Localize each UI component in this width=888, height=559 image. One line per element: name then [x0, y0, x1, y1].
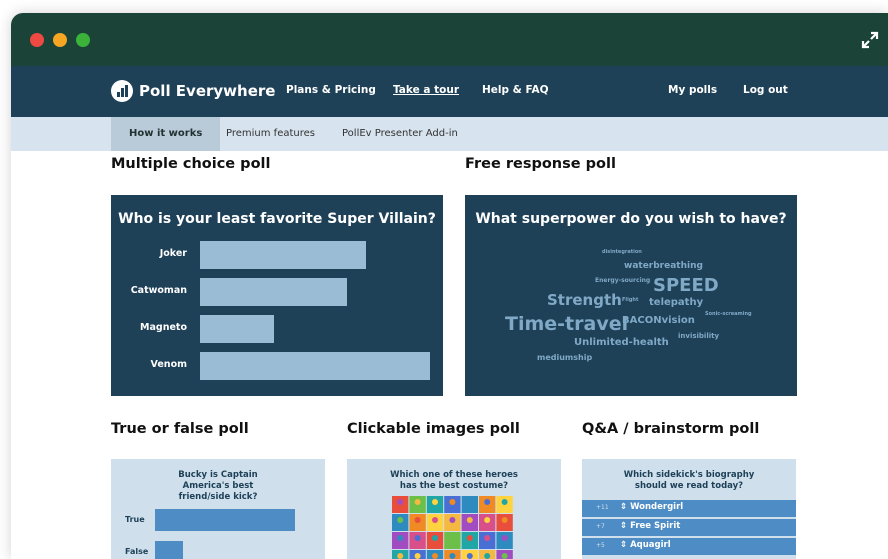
true-false-poll-card: Bucky is Captain America's best friend/s…: [111, 459, 325, 559]
chart-title: Who is your least favorite Super Villain…: [118, 211, 436, 227]
bar-label: Magneto: [140, 322, 187, 333]
sub-navigation: How it works Premium features PollEv Pre…: [11, 117, 888, 151]
brand-logo[interactable]: Poll Everywhere: [111, 79, 275, 103]
qa-vote-count: +7: [596, 523, 605, 530]
clickable-question: Which one of these heroes has the best c…: [390, 470, 518, 491]
collage-hero-figure: [449, 517, 456, 523]
expand-arrows-icon[interactable]: [860, 30, 880, 50]
bar-label: Venom: [150, 359, 187, 370]
bar-joker: [200, 241, 366, 269]
bar-catwoman: [200, 278, 347, 306]
free-response-heading: Free response poll: [465, 156, 616, 172]
collage-hero-figure: [466, 535, 473, 541]
collage-hero-figure: [484, 517, 491, 523]
collage-hero-figure: [449, 499, 456, 505]
nav-take-a-tour[interactable]: Take a tour: [393, 84, 459, 96]
qa-question: Which sidekick's biography should we rea…: [623, 470, 755, 491]
collage-hero-figure: [397, 517, 404, 523]
word-cloud-term: Time-travel: [505, 313, 629, 335]
nav-plans-pricing[interactable]: Plans & Pricing: [286, 84, 376, 96]
collage-hero-figure: [414, 553, 421, 559]
tab-premium-features[interactable]: Premium features: [208, 117, 333, 151]
word-cloud-term: waterbreathing: [624, 261, 703, 271]
multiple-choice-heading: Multiple choice poll: [111, 156, 271, 172]
clickable-images-heading: Clickable images poll: [347, 421, 520, 437]
site-navbar: Poll Everywhere Plans & Pricing Take a t…: [11, 66, 888, 117]
word-cloud-term: Strength: [547, 291, 622, 309]
qa-vote-count: +5: [596, 542, 605, 549]
word-cloud-term: Unlimited-health: [574, 337, 669, 348]
nav-log-out[interactable]: Log out: [743, 84, 788, 96]
word-cloud-term: telepathy: [649, 297, 704, 308]
bar-label: Joker: [159, 248, 187, 259]
brand-name: Poll Everywhere: [139, 82, 276, 100]
collage-hero-figure: [432, 499, 438, 505]
tf-bar-false: [155, 541, 183, 559]
collage-hero-figure: [414, 535, 421, 541]
collage-hero-figure: [449, 535, 456, 541]
qa-vote-count: +11: [596, 504, 609, 511]
qa-item-text: ⇕ Free Spirit: [620, 521, 681, 531]
minimize-window-button[interactable]: [53, 33, 67, 47]
poll-logo-icon: [111, 80, 133, 102]
nav-help-faq[interactable]: Help & FAQ: [482, 84, 549, 96]
collage-hero-figure: [466, 499, 473, 505]
qa-brainstorm-heading: Q&A / brainstorm poll: [582, 421, 760, 437]
word-cloud-term: Sonic-screaming: [705, 311, 752, 317]
collage-hero-figure: [466, 553, 473, 559]
collage-hero-figure: [414, 517, 421, 523]
bar-venom: [200, 352, 430, 380]
tf-bar-true: [155, 509, 295, 531]
collage-hero-figure: [397, 499, 404, 505]
collage-hero-figure: [501, 535, 508, 541]
collage-hero-figure: [501, 499, 508, 505]
word-cloud-term: invisibility: [678, 332, 720, 340]
multiple-choice-poll-panel: Who is your least favorite Super Villain…: [111, 195, 443, 396]
nav-my-polls[interactable]: My polls: [668, 84, 717, 96]
qa-item-text: ⇕ Aquagirl: [620, 540, 671, 550]
tab-pollev-presenter[interactable]: PollEv Presenter Add-in: [324, 117, 476, 151]
close-window-button[interactable]: [30, 33, 44, 47]
true-false-heading: True or false poll: [111, 421, 249, 437]
qa-list-item[interactable]: +5 ⇕ Aquagirl: [582, 538, 796, 555]
qa-brainstorm-poll-card: Which sidekick's biography should we rea…: [582, 459, 796, 559]
hero-costume-collage-image[interactable]: [392, 496, 514, 559]
free-response-poll-panel: What superpower do you wish to have? dis…: [465, 195, 797, 396]
clickable-images-poll-card: Which one of these heroes has the best c…: [347, 459, 561, 559]
collage-hero-figure: [432, 517, 438, 523]
window-titlebar: [11, 13, 888, 66]
word-cloud-term: Energy-sourcing: [595, 277, 651, 284]
collage-hero-figure: [466, 517, 473, 523]
tab-how-it-works[interactable]: How it works: [111, 117, 221, 151]
collage-hero-figure: [501, 553, 508, 559]
collage-hero-figure: [397, 553, 404, 559]
qa-list-item[interactable]: +7 ⇕ Free Spirit: [582, 519, 796, 536]
collage-hero-figure: [432, 553, 438, 559]
word-cloud-term: BACONvision: [622, 315, 695, 326]
word-cloud-term: SPEED: [653, 275, 719, 296]
browser-window: Poll Everywhere Plans & Pricing Take a t…: [11, 13, 888, 559]
collage-hero-figure: [501, 517, 508, 523]
tf-label-false: False: [125, 547, 149, 556]
collage-hero-figure: [484, 553, 491, 559]
qa-list-item[interactable]: +11 ⇕ Wondergirl: [582, 500, 796, 517]
collage-hero-figure: [397, 535, 404, 541]
collage-hero-figure: [484, 499, 491, 505]
word-cloud-term: mediumship: [537, 353, 593, 362]
bar-magneto: [200, 315, 274, 343]
collage-hero-figure: [432, 535, 438, 541]
wordcloud-title: What superpower do you wish to have?: [475, 211, 787, 227]
word-cloud-term: Flight: [622, 297, 639, 303]
maximize-window-button[interactable]: [76, 33, 90, 47]
word-cloud-term: disintegration: [602, 249, 642, 255]
bar-label: Catwoman: [130, 285, 187, 296]
collage-hero-figure: [414, 499, 421, 505]
collage-hero-figure: [484, 535, 491, 541]
collage-hero-figure: [449, 553, 456, 559]
qa-item-text: ⇕ Wondergirl: [620, 502, 684, 512]
tf-label-true: True: [125, 515, 145, 524]
tf-question: Bucky is Captain America's best friend/s…: [178, 470, 258, 502]
